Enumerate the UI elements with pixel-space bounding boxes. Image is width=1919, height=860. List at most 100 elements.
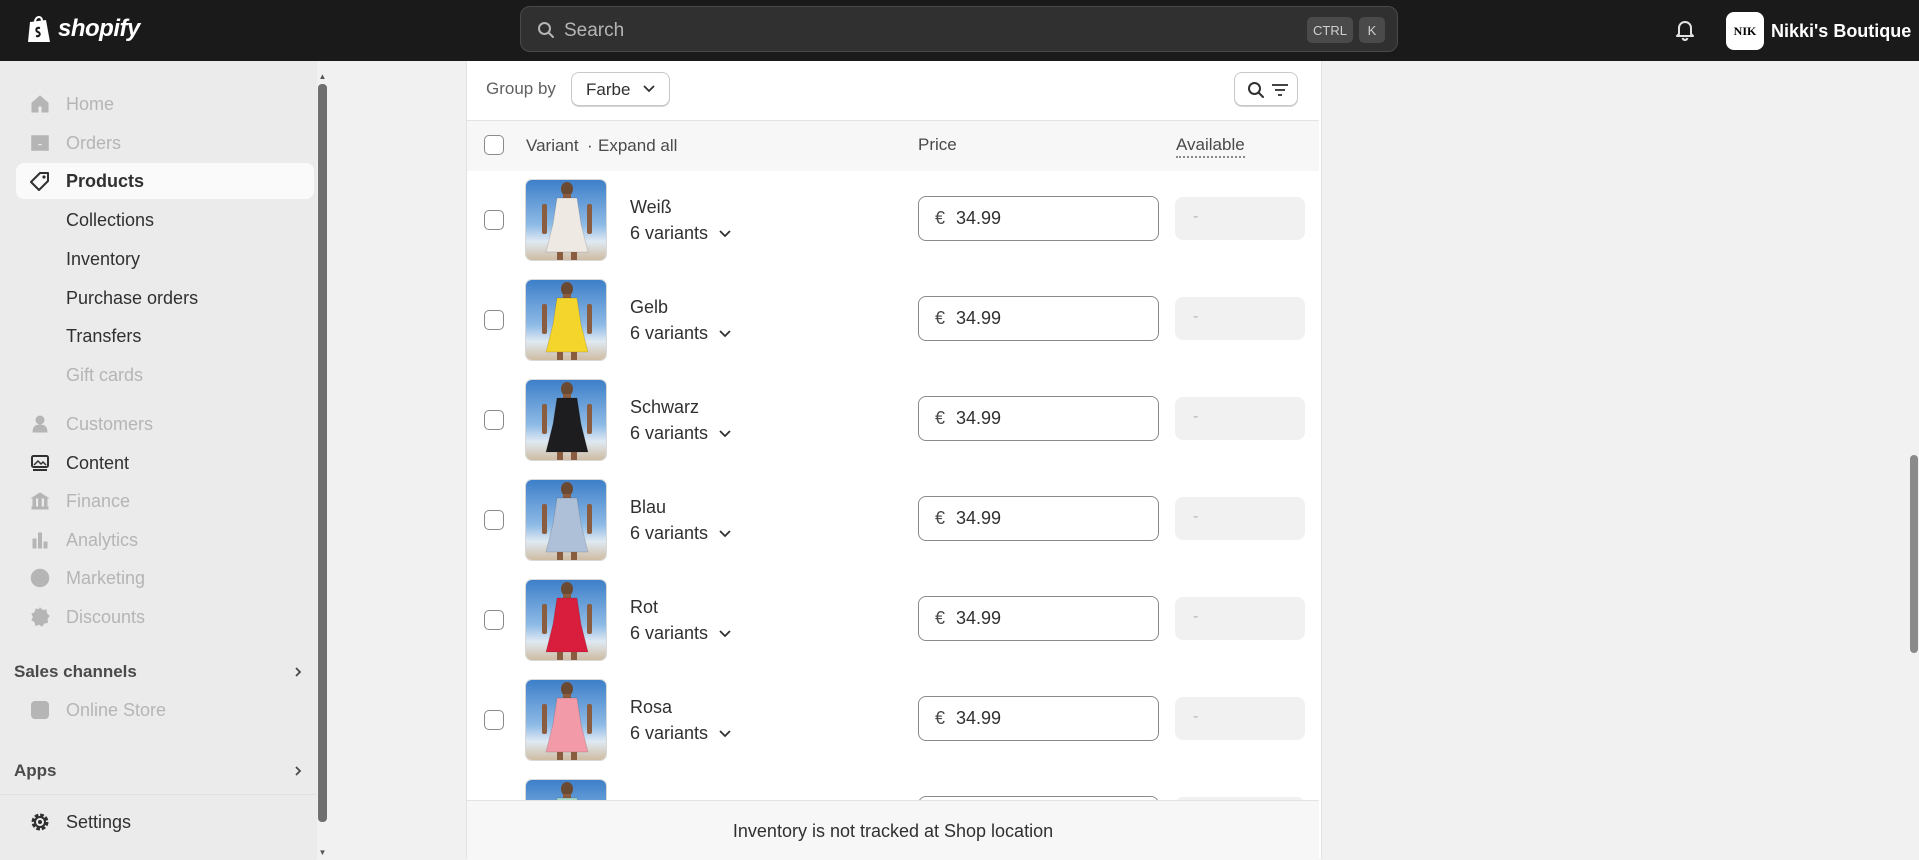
select-all-checkbox[interactable] — [484, 135, 504, 155]
row-checkbox[interactable] — [484, 410, 504, 430]
variant-name: Gelb — [630, 297, 669, 317]
row-checkbox[interactable] — [484, 310, 504, 330]
product-thumbnail[interactable] — [525, 579, 607, 661]
sidebar-item-inventory[interactable]: Inventory — [0, 241, 316, 277]
table-row[interactable]: Gelb 6 variants €34.99 - — [467, 271, 1319, 372]
search-icon — [538, 22, 554, 38]
price-input[interactable]: €34.99 — [918, 196, 1159, 241]
sidebar-item-label: Home — [66, 94, 115, 114]
variant-count-toggle[interactable]: 6 variants — [630, 623, 732, 644]
sidebar-scrollbar-thumb[interactable] — [318, 84, 327, 822]
shopify-wordmark: shopify — [58, 15, 140, 42]
sidebar-item-purchase-orders[interactable]: Purchase orders — [0, 280, 316, 316]
price-input[interactable]: €34.99 — [918, 396, 1159, 441]
chevron-right-icon[interactable] — [292, 765, 304, 777]
available-field: - — [1175, 197, 1305, 240]
variant-name: Rosa — [630, 697, 673, 717]
table-row[interactable]: € — [467, 771, 1319, 801]
currency-symbol: € — [935, 408, 946, 428]
available-value: - — [1193, 708, 1199, 725]
group-by-label: Group by — [486, 79, 556, 98]
shopify-logo[interactable]: shopify — [26, 14, 140, 44]
sidebar-item-marketing[interactable]: Marketing — [0, 560, 316, 596]
sidebar-item-label: Gift cards — [66, 365, 144, 385]
chevron-right-icon[interactable] — [292, 666, 304, 678]
row-checkbox[interactable] — [484, 610, 504, 630]
store-menu[interactable]: NIK Nikki's Boutique — [1726, 12, 1911, 50]
sidebar-item-collections[interactable]: Collections — [0, 202, 316, 238]
sidebar-item-finance[interactable]: Finance — [0, 483, 316, 519]
sidebar-item-customers[interactable]: Customers — [0, 406, 316, 442]
variant-name: Blau — [630, 497, 667, 517]
inbox-icon — [30, 133, 50, 153]
available-value: - — [1193, 308, 1199, 325]
column-header-available[interactable]: Available — [1176, 135, 1245, 158]
gear-icon — [30, 812, 50, 832]
store-icon — [30, 700, 50, 720]
table-row[interactable]: Rot 6 variants €34.99 - — [467, 571, 1319, 672]
product-thumbnail[interactable] — [525, 379, 607, 461]
notifications-button[interactable] — [1674, 19, 1696, 46]
main-scrollbar-thumb[interactable] — [1910, 455, 1918, 653]
store-name: Nikki's Boutique — [1771, 20, 1912, 41]
scroll-up-arrow[interactable]: ▲ — [318, 72, 327, 81]
shortcut-k-key: K — [1359, 17, 1385, 43]
price-input[interactable]: €34.99 — [918, 696, 1159, 741]
filter-icon — [1272, 84, 1288, 96]
sidebar-item-content[interactable]: Content — [0, 445, 316, 481]
variant-count-toggle[interactable]: 6 variants — [630, 523, 732, 544]
variant-count: 6 variants — [630, 223, 709, 243]
row-checkbox[interactable] — [484, 210, 504, 230]
price-value: 34.99 — [956, 608, 1002, 628]
product-thumbnail[interactable] — [525, 279, 607, 361]
sidebar-item-settings[interactable]: Settings — [0, 804, 316, 840]
scroll-down-arrow[interactable]: ▼ — [318, 848, 327, 857]
sidebar-item-discounts[interactable]: Discounts — [0, 599, 316, 635]
sidebar-item-analytics[interactable]: Analytics — [0, 522, 316, 558]
row-checkbox[interactable] — [484, 710, 504, 730]
variant-count: 6 variants — [630, 623, 709, 643]
table-row[interactable]: Blau 6 variants €34.99 - — [467, 471, 1319, 572]
dress-image — [526, 680, 606, 760]
expand-all-link[interactable]: Expand all — [598, 136, 677, 156]
product-thumbnail[interactable] — [525, 779, 607, 800]
table-row[interactable]: Schwarz 6 variants €34.99 - — [467, 371, 1319, 472]
sidebar-item-label: Marketing — [66, 568, 146, 588]
search-filter-button[interactable] — [1234, 72, 1298, 106]
variant-count-toggle[interactable]: 6 variants — [630, 323, 732, 344]
row-checkbox[interactable] — [484, 510, 504, 530]
footer-note: Inventory is not tracked at Shop locatio… — [732, 821, 1054, 841]
sidebar: Home Orders Products Collections Invento… — [0, 61, 328, 859]
sidebar-item-transfers[interactable]: Transfers — [0, 318, 316, 354]
apps-heading[interactable]: Apps — [14, 761, 57, 781]
sidebar-item-products[interactable]: Products — [16, 163, 314, 199]
sidebar-item-online-store[interactable]: Online Store — [0, 692, 316, 728]
price-input[interactable]: €34.99 — [918, 296, 1159, 341]
price-input[interactable]: €34.99 — [918, 496, 1159, 541]
product-thumbnail[interactable] — [525, 479, 607, 561]
table-row[interactable]: Rosa 6 variants €34.99 - — [467, 671, 1319, 772]
group-by-select[interactable]: Farbe — [571, 72, 670, 106]
product-thumbnail[interactable] — [525, 179, 607, 261]
sidebar-item-home[interactable]: Home — [0, 86, 316, 122]
sidebar-item-orders[interactable]: Orders — [0, 125, 316, 161]
variant-count-toggle[interactable]: 6 variants — [630, 223, 732, 244]
discount-icon — [30, 607, 50, 627]
sidebar-item-label: Analytics — [66, 530, 139, 550]
variant-count-toggle[interactable]: 6 variants — [630, 423, 732, 444]
chevron-down-icon — [719, 529, 731, 537]
variant-count-toggle[interactable]: 6 variants — [630, 723, 732, 744]
sidebar-item-label: Customers — [66, 414, 154, 434]
available-field: - — [1175, 297, 1305, 340]
table-row[interactable]: Weiß 6 variants €34.99 - — [467, 171, 1319, 272]
bell-icon — [1676, 21, 1694, 42]
available-field: - — [1175, 697, 1305, 740]
dress-image — [526, 180, 606, 260]
price-input[interactable]: €34.99 — [918, 596, 1159, 641]
search-bar[interactable]: Search CTRL K — [520, 6, 1398, 52]
product-thumbnail[interactable] — [525, 679, 607, 761]
sidebar-item-label: Transfers — [66, 326, 142, 346]
sales-channels-heading[interactable]: Sales channels — [14, 662, 137, 682]
dress-image — [526, 380, 606, 460]
sidebar-item-gift-cards[interactable]: Gift cards — [0, 357, 316, 393]
